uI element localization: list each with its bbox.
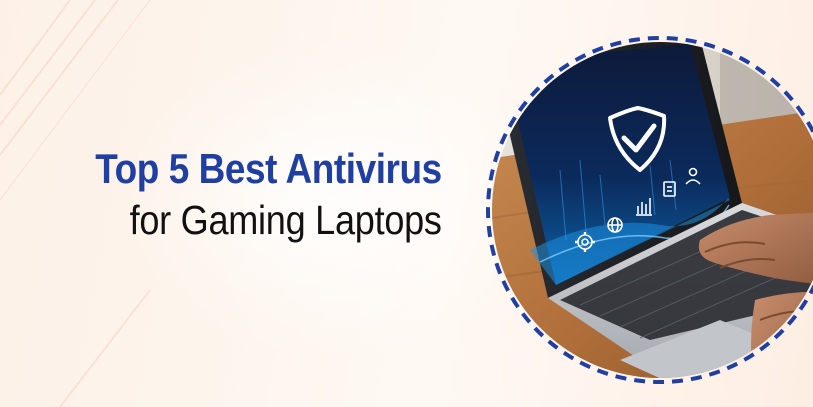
- photo-circle: [492, 42, 813, 378]
- hero-illustration: [486, 36, 813, 384]
- banner: Top 5 Best Antivirus for Gaming Laptops: [0, 0, 813, 407]
